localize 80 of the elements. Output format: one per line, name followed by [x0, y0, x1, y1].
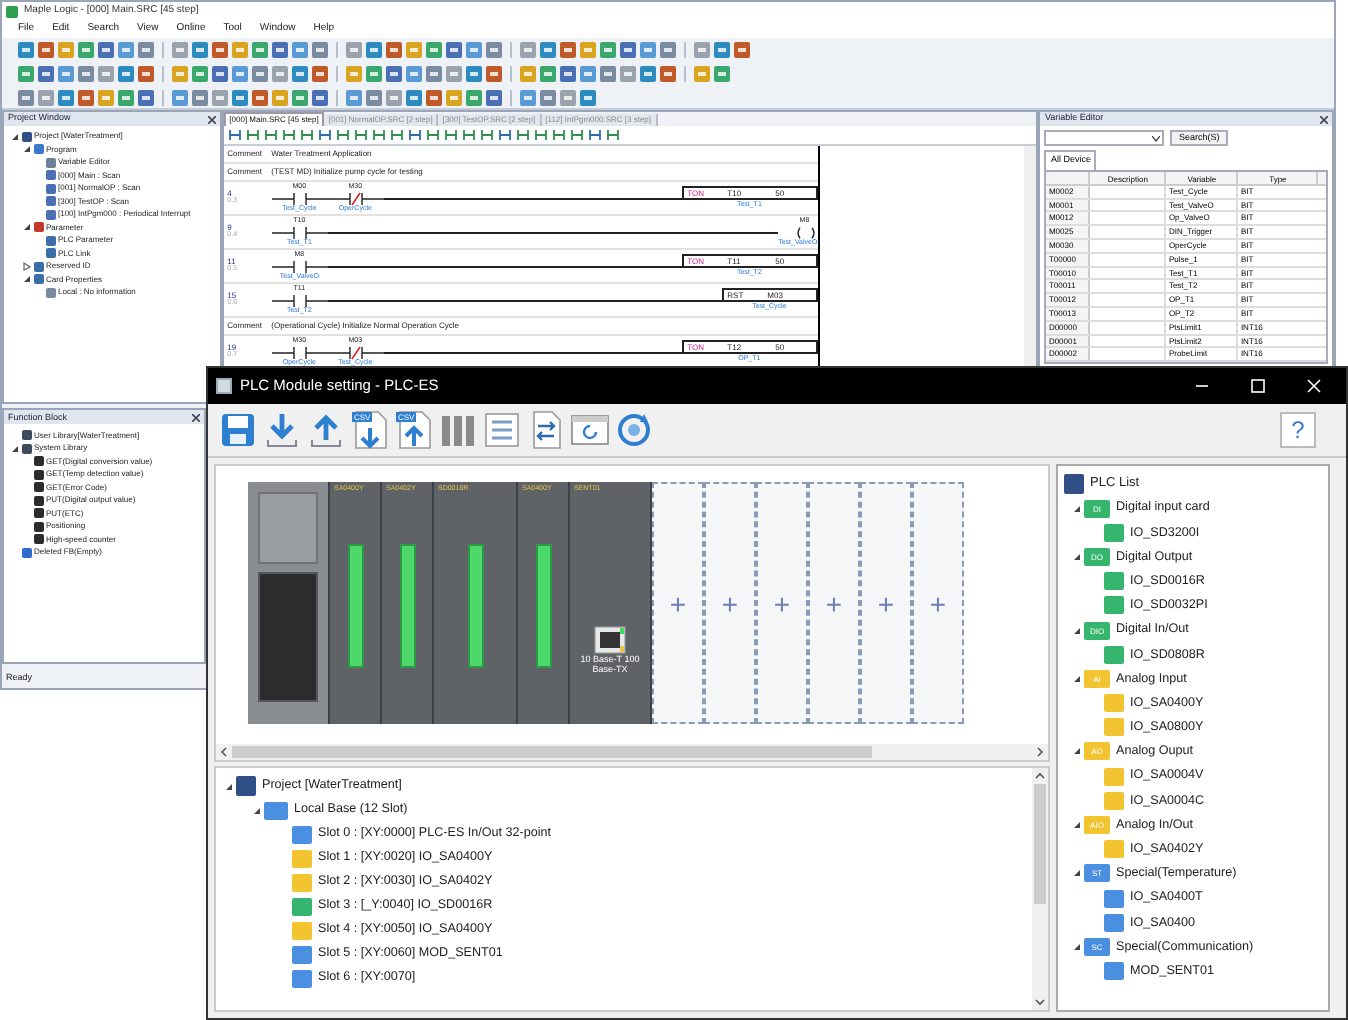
ladder-tool-icon[interactable]: [335, 128, 350, 142]
empty-slot-button[interactable]: +: [860, 482, 912, 724]
collapse-arrow-icon[interactable]: [1072, 941, 1082, 952]
ladder-tool-icon[interactable]: [515, 128, 530, 142]
ladder-tool-icon[interactable]: [497, 128, 512, 142]
collapse-arrow-icon[interactable]: [1072, 673, 1082, 684]
ladder-tool-icon[interactable]: [551, 128, 566, 142]
ladder-tool-icon[interactable]: [317, 128, 332, 142]
empty-slot-button[interactable]: +: [808, 482, 860, 724]
ladder-tool-icon[interactable]: [407, 128, 422, 142]
ladder-tool-icon[interactable]: [605, 128, 620, 142]
scroll-up-icon[interactable]: [1032, 768, 1048, 784]
collapse-arrow-icon[interactable]: [1072, 625, 1082, 636]
ladder-tool-icon[interactable]: [479, 128, 494, 142]
collapse-arrow-icon[interactable]: [224, 781, 234, 791]
ladder-tool-icon[interactable]: [353, 128, 368, 142]
project-icon: [236, 776, 256, 796]
ladder-tool-icon[interactable]: [461, 128, 476, 142]
folder-icon: [34, 144, 44, 155]
ladder-tool-icon[interactable]: [443, 128, 458, 142]
collapse-arrow-icon[interactable]: [22, 222, 32, 233]
dialog-app-icon: [216, 378, 232, 394]
terminal-block-drawing: [467, 544, 483, 668]
collapse-arrow-icon[interactable]: [22, 144, 32, 155]
collapse-arrow-icon[interactable]: [22, 274, 32, 285]
terminal-block-drawing: [399, 544, 415, 668]
ladder-tool-icon[interactable]: [569, 128, 584, 142]
maximize-icon[interactable]: [1250, 378, 1266, 394]
ladder-tool-icon[interactable]: [263, 128, 278, 142]
ethernet-port-icon: [594, 626, 626, 654]
scroll-right-icon[interactable]: [1032, 744, 1048, 760]
window-refresh-icon[interactable]: [570, 410, 610, 450]
scroll-down-icon[interactable]: [1032, 994, 1048, 1010]
ladder-tool-icon[interactable]: [281, 128, 296, 142]
download-icon[interactable]: [262, 410, 302, 450]
empty-slot-button[interactable]: +: [704, 482, 756, 724]
folder-icon: [34, 222, 44, 233]
ladder-tool-icon[interactable]: [389, 128, 404, 142]
collapse-arrow-icon[interactable]: [1072, 746, 1082, 757]
collapse-arrow-icon[interactable]: [10, 443, 20, 454]
list-icon[interactable]: [482, 410, 522, 450]
close-icon[interactable]: [1320, 115, 1328, 123]
scrollbar-thumb[interactable]: [232, 746, 872, 758]
empty-slot-button[interactable]: +: [652, 482, 704, 724]
columns-icon[interactable]: [438, 410, 478, 450]
app-logo-icon: [6, 5, 18, 17]
ladder-tool-icon[interactable]: [227, 128, 242, 142]
collapse-arrow-icon[interactable]: [10, 131, 20, 142]
ladder-tool-icon[interactable]: [533, 128, 548, 142]
empty-slot-button[interactable]: +: [756, 482, 808, 724]
close-icon[interactable]: [192, 413, 200, 422]
terminal-block-drawing: [535, 544, 551, 668]
coil-icon: [793, 225, 818, 239]
collapse-arrow-icon[interactable]: [1072, 503, 1082, 514]
ladder-tool-icon[interactable]: [371, 128, 386, 142]
horizontal-scrollbar[interactable]: [216, 744, 1048, 760]
scrollbar-thumb[interactable]: [1034, 784, 1046, 904]
expand-arrow-icon[interactable]: [22, 261, 32, 272]
folder-icon: [264, 801, 288, 819]
help-button[interactable]: ?: [1280, 412, 1316, 448]
ladder-tool-icon[interactable]: [299, 128, 314, 142]
ladder-tool-icon[interactable]: [245, 128, 260, 142]
collapse-arrow-icon[interactable]: [1072, 820, 1082, 831]
upload-icon[interactable]: [306, 410, 346, 450]
scroll-left-icon[interactable]: [216, 744, 232, 760]
vertical-scrollbar[interactable]: [1032, 768, 1048, 1010]
collapse-arrow-icon[interactable]: [1072, 868, 1082, 879]
collapse-arrow-icon[interactable]: [1072, 551, 1082, 562]
project-icon: [22, 131, 32, 142]
refresh-icon[interactable]: [614, 410, 654, 450]
project-icon: [1064, 474, 1084, 494]
ladder-tool-icon[interactable]: [587, 128, 602, 142]
collapse-arrow-icon[interactable]: [252, 805, 262, 815]
terminal-block-drawing: [347, 544, 363, 668]
dropdown-caret-icon: [1152, 135, 1161, 141]
variable-dropdown[interactable]: [1044, 130, 1165, 146]
save-icon[interactable]: [218, 410, 258, 450]
ladder-tool-icon[interactable]: [425, 128, 440, 142]
empty-slot-button[interactable]: +: [912, 482, 964, 724]
close-icon[interactable]: [207, 115, 216, 123]
